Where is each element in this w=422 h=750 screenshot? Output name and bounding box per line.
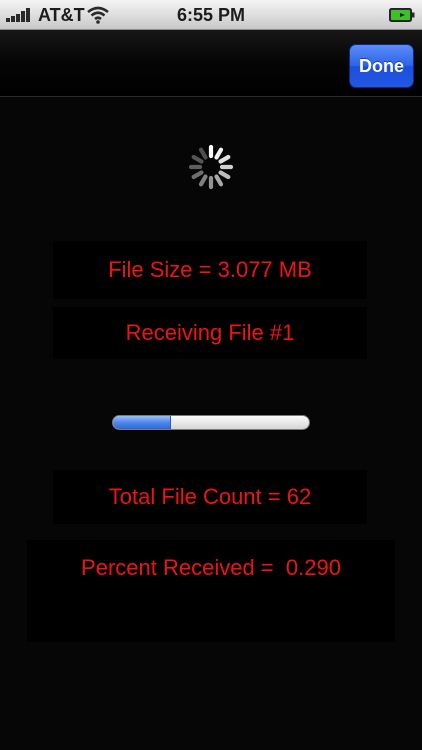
status-time: 6:55 PM [176, 5, 246, 25]
percent-received-panel: Percent Received = 0.290 [27, 540, 395, 642]
receiving-file-label: Receiving File #1 [53, 307, 367, 359]
progress-fill [113, 416, 171, 429]
transfer-progress-bar [112, 415, 310, 430]
navigation-bar: Done [0, 30, 422, 97]
percent-received-label: Percent Received = 0.290 [81, 555, 341, 580]
file-size-label: File Size = 3.077 MB [53, 241, 367, 299]
status-bar: AT&T 6:55 PM [0, 0, 422, 30]
total-file-count-label: Total File Count = 62 [53, 470, 367, 524]
battery-charging-icon [389, 8, 415, 22]
activity-spinner-icon [188, 144, 234, 190]
done-button[interactable]: Done [349, 44, 414, 88]
